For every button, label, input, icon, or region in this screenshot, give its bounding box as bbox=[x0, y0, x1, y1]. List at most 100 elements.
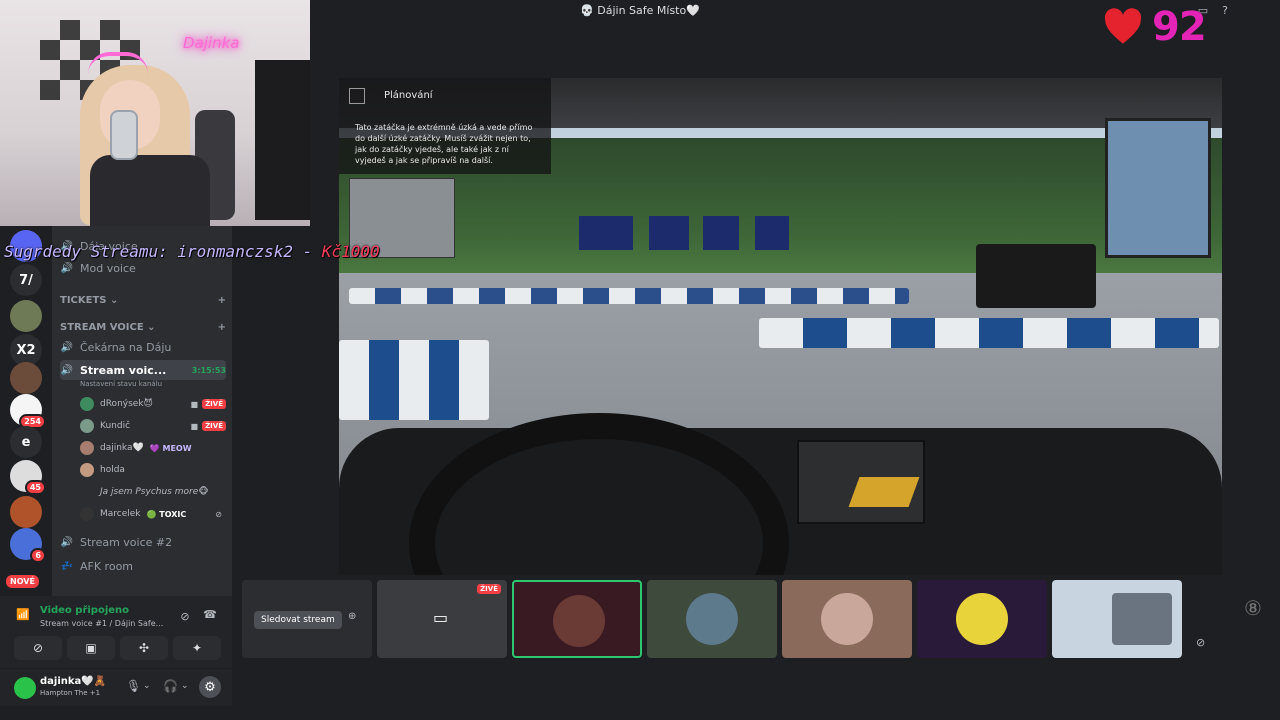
academy-sign bbox=[649, 216, 689, 250]
settings-gear-icon[interactable]: ⚙ bbox=[199, 676, 221, 698]
voice-user[interactable]: Kundič ■ ŽIVĚ bbox=[80, 416, 226, 436]
headphones-icon[interactable]: 🎧 bbox=[163, 679, 178, 693]
academy-sign bbox=[755, 216, 789, 250]
server-icon[interactable]: 45 bbox=[10, 460, 46, 495]
user-tag: 🟢 TOXIC bbox=[146, 509, 187, 519]
category-tickets[interactable]: TICKETS ⌄ + bbox=[60, 295, 226, 306]
user-panel: dajinka🤍🧸 Hampton The +1 🎙 ⌄ 🎧 ⌄ ⚙ bbox=[0, 668, 232, 706]
avatar bbox=[80, 507, 94, 521]
camera-icon: ■ bbox=[190, 399, 199, 409]
avatar bbox=[80, 441, 94, 455]
streamer bbox=[70, 55, 220, 226]
microphone-icon[interactable]: 🎙 bbox=[126, 679, 141, 693]
user-status: Hampton The +1 bbox=[40, 689, 100, 697]
heart-counter: 92 bbox=[1152, 4, 1207, 50]
heart-icon bbox=[1104, 8, 1142, 44]
add-channel-icon[interactable]: + bbox=[218, 295, 226, 306]
muted-icon: ⊘ bbox=[215, 509, 222, 519]
planning-title: Plánování bbox=[384, 90, 433, 101]
server-icon[interactable]: 6 bbox=[10, 528, 46, 563]
avatar bbox=[686, 593, 738, 645]
speaker-icon: 💤 bbox=[60, 560, 74, 572]
new-badge[interactable]: NOVÉ bbox=[6, 575, 39, 588]
watch-stream-button[interactable]: Sledovat stream bbox=[254, 611, 342, 629]
stream-tile-selected[interactable] bbox=[512, 580, 642, 658]
signal-icon[interactable]: 📶 bbox=[16, 608, 30, 621]
app-root: 💀 Dájin Safe Místo🤍 ▭ ? Dajinka 92 7/ X2… bbox=[0, 0, 1280, 720]
participant-strip: Sledovat stream ⊕ ŽIVĚ ▭ bbox=[240, 580, 1220, 658]
stream-tile[interactable]: ŽIVĚ ▭ bbox=[377, 580, 507, 658]
channel-afk[interactable]: 💤 AFK room bbox=[60, 556, 226, 576]
channel-label: Stream voice #2 bbox=[80, 535, 173, 549]
participant-tile[interactable] bbox=[782, 580, 912, 658]
server-rail: 7/ X2 254 e 45 6 NOVÉ bbox=[0, 226, 52, 596]
server-icon[interactable]: 7/ bbox=[10, 264, 42, 296]
username-emoji: 🤍🧸 bbox=[81, 676, 107, 687]
camera-off-icon: ⊘ bbox=[32, 641, 44, 655]
voice-timer: 3:15:53 bbox=[191, 365, 226, 375]
participant-tile[interactable] bbox=[647, 580, 777, 658]
chevron-down-icon[interactable]: ⌄ bbox=[143, 681, 151, 691]
hide-tiles-icon[interactable]: ⊘ bbox=[1196, 636, 1205, 649]
server-icon[interactable]: 254 bbox=[10, 394, 46, 429]
noise-suppression-icon[interactable]: ⊘ bbox=[178, 610, 192, 623]
username[interactable]: dajinka🤍🧸 bbox=[40, 676, 106, 687]
participant-video bbox=[1112, 593, 1172, 645]
camera-toggle-button[interactable]: ⊘ bbox=[14, 636, 62, 660]
voice-user[interactable]: dajinka 🤍 💜 MEOW bbox=[80, 438, 226, 458]
disconnect-icon[interactable]: ☎ bbox=[203, 608, 217, 621]
user-name: Ja jsem Psychus more bbox=[100, 487, 199, 497]
channel-stream-voice-2[interactable]: 🔊 Stream voice #2 bbox=[60, 532, 226, 552]
channel-list: 🔊 Dája voice 🔊 Mod voice TICKETS ⌄ + STREAM… bbox=[52, 226, 232, 596]
server-icon[interactable]: e bbox=[10, 426, 42, 458]
participant-tile[interactable] bbox=[1052, 580, 1182, 658]
channel-mod-voice[interactable]: 🔊 Mod voice bbox=[60, 258, 226, 278]
user-tag: 💜 MEOW bbox=[149, 443, 192, 453]
channel-status-hint[interactable]: Nastavení stavu kanálu bbox=[80, 380, 162, 388]
voice-user[interactable]: Ja jsem Psychus more 🐵 bbox=[80, 482, 226, 502]
activities-button[interactable]: ✣ bbox=[120, 636, 168, 660]
watch-stream-tile[interactable]: Sledovat stream ⊕ bbox=[242, 580, 372, 658]
soundboard-icon: ✦ bbox=[191, 641, 203, 655]
add-channel-icon[interactable]: + bbox=[218, 322, 226, 333]
cat-ear-headset bbox=[88, 52, 148, 74]
channel-logo: ⑧ bbox=[1244, 596, 1262, 620]
avatar bbox=[956, 593, 1008, 645]
planning-text: Tato zatáčka je extrémně úzká a vede pří… bbox=[355, 123, 533, 165]
avatar bbox=[80, 485, 94, 499]
camera-icon: ■ bbox=[190, 421, 199, 431]
planning-panel: Plánování Tato zatáčka je extrémně úzká … bbox=[339, 78, 551, 174]
avatar bbox=[80, 463, 94, 477]
server-icon[interactable] bbox=[10, 300, 42, 332]
voice-status[interactable]: Video připojeno bbox=[40, 605, 129, 616]
participant-tile[interactable] bbox=[917, 580, 1047, 658]
screen-share-button[interactable]: ▣ bbox=[67, 636, 115, 660]
voice-user[interactable]: dRonýsek 😈 ■ ŽIVĚ bbox=[80, 394, 226, 414]
voice-user[interactable]: holda bbox=[80, 460, 226, 480]
chevron-down-icon[interactable]: ⌄ bbox=[181, 681, 189, 691]
server-icon[interactable] bbox=[10, 496, 42, 528]
channel-cekarna[interactable]: 🔊 Čekárna na Dáju bbox=[60, 337, 226, 357]
popout-icon[interactable]: ⊕ bbox=[348, 611, 356, 622]
soundboard-button[interactable]: ✦ bbox=[173, 636, 221, 660]
unread-badge: 6 bbox=[30, 548, 46, 563]
avatar[interactable] bbox=[14, 677, 36, 699]
voice-channel-link[interactable]: Stream voice #1 / Dájin Safe... bbox=[40, 619, 163, 628]
voice-user[interactable]: Marcelek 🟢 TOXIC ⊘ bbox=[80, 504, 226, 524]
user-name: holda bbox=[100, 465, 125, 475]
username-text: dajinka bbox=[40, 676, 82, 687]
sponsor-ticker: Sugrdedy Streamu: ironmanczsk2 - Kč1000 bbox=[4, 242, 380, 261]
avatar bbox=[821, 593, 873, 645]
sponsor-amount: Kč1000 bbox=[321, 242, 380, 261]
stream-view[interactable]: Plánování Tato zatáčka je extrémně úzká … bbox=[339, 78, 1222, 575]
server-icon[interactable] bbox=[10, 362, 42, 394]
category-stream-voice[interactable]: STREAM VOICE ⌄ + bbox=[60, 322, 226, 333]
user-emoji: 🤍 bbox=[132, 443, 144, 453]
neon-sign: Dajinka bbox=[183, 34, 240, 52]
microphone bbox=[110, 110, 138, 160]
avatar bbox=[80, 419, 94, 433]
channel-stream-voice-active[interactable]: 🔊 Stream voic... 3:15:53 bbox=[60, 360, 226, 380]
planning-checkbox[interactable] bbox=[349, 88, 365, 104]
gps-screen bbox=[797, 440, 925, 524]
help-icon[interactable]: ? bbox=[1218, 4, 1232, 17]
